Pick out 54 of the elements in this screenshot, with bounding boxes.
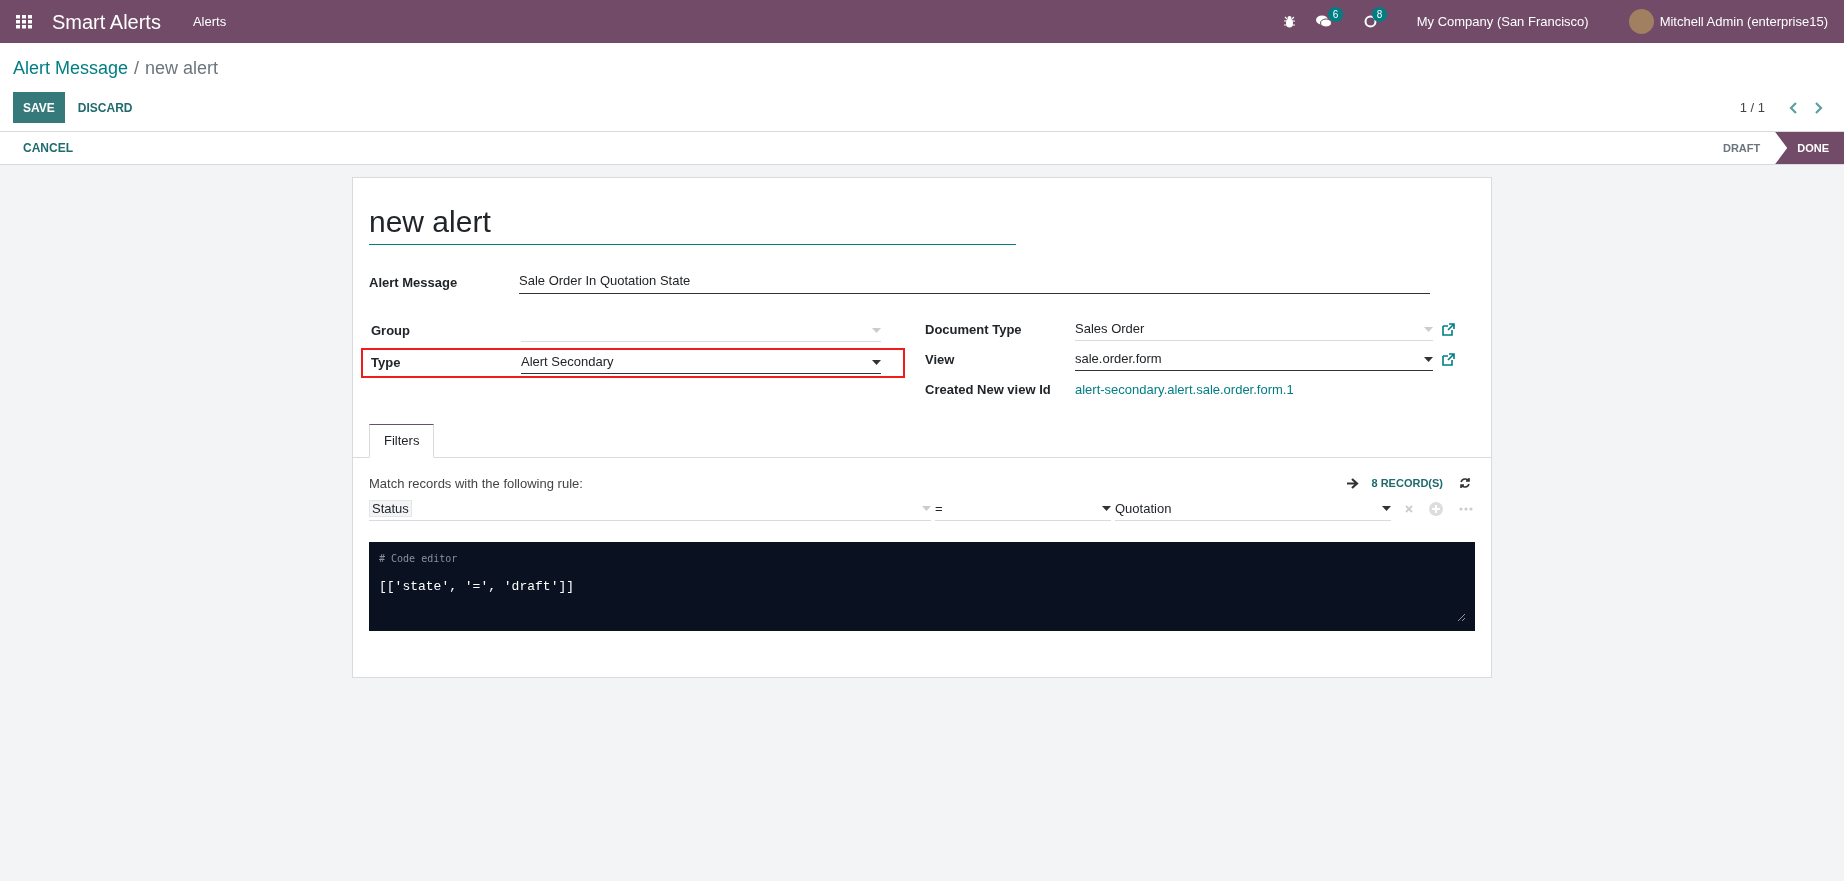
pager-value: 1 / 1 bbox=[1739, 98, 1765, 117]
app-name[interactable]: Smart Alerts bbox=[52, 6, 161, 37]
value-select[interactable]: Quotation bbox=[1115, 497, 1391, 521]
refresh-icon[interactable] bbox=[1459, 477, 1471, 490]
external-link-icon[interactable] bbox=[1442, 323, 1455, 336]
caret-icon bbox=[1424, 326, 1433, 332]
caret-icon bbox=[1102, 506, 1111, 511]
company-switcher[interactable]: My Company (San Francisco) bbox=[1416, 11, 1589, 32]
field-label: Created New view Id bbox=[925, 380, 1052, 399]
select-field[interactable]: Sales Order bbox=[1075, 318, 1433, 341]
field-selector[interactable]: Status bbox=[369, 497, 931, 521]
breadcrumb-link[interactable]: Alert Message bbox=[13, 55, 129, 82]
external-link-icon[interactable] bbox=[1442, 353, 1455, 366]
discard-button[interactable]: DISCARD bbox=[64, 92, 146, 123]
select-field[interactable]: sale.order.form bbox=[1075, 348, 1433, 371]
bug-icon[interactable] bbox=[1282, 15, 1296, 28]
caret-icon bbox=[1382, 506, 1391, 511]
caret-icon bbox=[1424, 356, 1433, 362]
activity-count-badge: 8 bbox=[1371, 7, 1388, 22]
code-text: [['state', '=', 'draft']] bbox=[379, 578, 576, 596]
chat-icon[interactable] bbox=[1315, 15, 1332, 28]
code-editor[interactable]: # Code editor [['state', '=', 'draft']] bbox=[369, 542, 1475, 631]
clock-icon[interactable] bbox=[1363, 15, 1377, 28]
app-grid-icon[interactable] bbox=[16, 14, 32, 29]
rule-description: Match records with the following rule: bbox=[369, 474, 584, 493]
field-label: View bbox=[925, 350, 956, 369]
user-menu[interactable]: Mitchell Admin (enterprise15) bbox=[1659, 11, 1828, 32]
title-field[interactable]: new alert bbox=[369, 202, 1016, 245]
caret-icon bbox=[922, 506, 931, 511]
message-count-badge: 6 bbox=[1327, 7, 1344, 22]
view-id-link[interactable]: alert-secondary.alert.sale.order.form.1 bbox=[1075, 379, 1294, 400]
arrow-right-icon bbox=[1347, 477, 1360, 489]
resize-handle-icon[interactable] bbox=[1458, 614, 1465, 621]
save-button[interactable]: SAVE bbox=[13, 92, 65, 123]
caret-icon bbox=[872, 327, 881, 333]
records-button[interactable]: 8 RECORD(S) bbox=[1371, 475, 1443, 492]
field-label: Type bbox=[371, 353, 402, 372]
cancel-button[interactable]: CANCEL bbox=[0, 132, 96, 164]
select-field[interactable]: Alert Secondary bbox=[521, 351, 881, 374]
breadcrumb-separator: / bbox=[134, 57, 140, 80]
input-field[interactable]: Sale Order In Quotation State bbox=[519, 271, 1430, 294]
breadcrumb-current: new alert bbox=[145, 57, 219, 80]
chevron-right-icon[interactable] bbox=[1814, 101, 1823, 114]
status-stage[interactable]: DONE bbox=[1775, 132, 1844, 164]
notebook-tab[interactable]: Filters bbox=[369, 423, 435, 458]
status-stage[interactable]: DRAFT bbox=[1707, 132, 1776, 164]
field-label: Alert Message bbox=[369, 273, 459, 292]
field-label: Document Type bbox=[925, 320, 1023, 339]
menu-item[interactable]: Alerts bbox=[192, 11, 227, 32]
chevron-left-icon[interactable] bbox=[1789, 101, 1798, 114]
code-comment: # Code editor bbox=[379, 552, 459, 566]
caret-icon bbox=[872, 359, 881, 365]
field-label: Group bbox=[371, 321, 411, 340]
operator-select[interactable]: = bbox=[935, 497, 1111, 521]
